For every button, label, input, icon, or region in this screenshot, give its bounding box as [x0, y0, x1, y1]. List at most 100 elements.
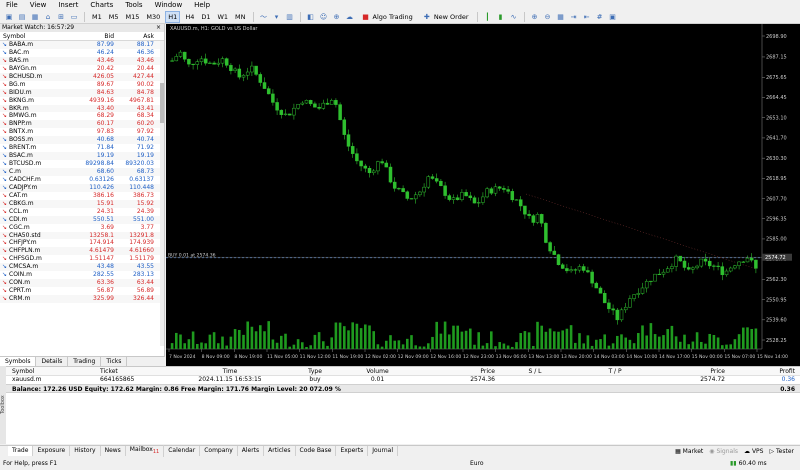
tab-details[interactable]: Details	[36, 357, 69, 366]
grid-icon[interactable]: #	[595, 12, 605, 22]
market-watch-row[interactable]: ↘ BCHUSD.m 426.05 427.44	[0, 72, 164, 81]
tab-ticks[interactable]: Ticks	[101, 357, 128, 366]
market-watch-row[interactable]: ↘ BAS.m 43.46 43.46	[0, 56, 164, 65]
tab-experts[interactable]: Experts	[336, 446, 369, 456]
signals-button[interactable]: ◉ Signals	[709, 448, 738, 455]
indicators-icon[interactable]: 〜	[259, 12, 269, 22]
market-watch-row[interactable]: ↘ C.m 68.60 68.73	[0, 168, 164, 176]
market-watch-row[interactable]: ↘ BKNG.m 4939.16 4967.81	[0, 97, 164, 105]
market-watch-row[interactable]: ↘ BSAC.m 19.19 19.19	[0, 152, 164, 161]
signals-icon[interactable]: ⊕	[332, 12, 342, 22]
menu-file[interactable]: File	[0, 0, 24, 10]
market-watch-row[interactable]: ↘ BMWG.m 68.29 68.34	[0, 112, 164, 120]
tester-button[interactable]: ▷ Tester	[769, 448, 794, 455]
market-watch-row[interactable]: ↘ COIN.m 282.55 283.13	[0, 271, 164, 279]
market-button[interactable]: ▦ Market	[675, 448, 703, 455]
col-ask[interactable]: Ask	[114, 32, 154, 40]
tab-mailbox[interactable]: Mailbox11	[126, 444, 165, 458]
market-watch-row[interactable]: ↘ BNTX.m 97.83 97.92	[0, 128, 164, 136]
col-volume[interactable]: Volume	[350, 367, 405, 375]
col-symbol[interactable]: Symbol	[0, 367, 100, 375]
tab-company[interactable]: Company	[200, 446, 238, 456]
market-watch-row[interactable]: ↘ BAYGn.m 20.42 20.44	[0, 65, 164, 73]
screenshot-icon[interactable]: ▣	[608, 12, 618, 22]
tf-d1[interactable]: D1	[199, 12, 212, 22]
tab-calendar[interactable]: Calendar	[164, 446, 201, 456]
toolbox-label[interactable]: Toolbox	[0, 366, 6, 444]
line-chart-icon[interactable]: ∿	[509, 12, 519, 22]
market-watch-row[interactable]: ↘ CHFSGD.m 1.51147 1.51179	[0, 255, 164, 263]
zoom-in-icon[interactable]: ⊕	[530, 12, 540, 22]
col-bid[interactable]: Bid	[80, 32, 114, 40]
market-watch-row[interactable]: ↘ BABA.m 87.99 88.17	[0, 41, 164, 49]
tab-journal[interactable]: Journal	[368, 446, 398, 456]
market-watch-row[interactable]: ↘ CON.m 63.36 63.44	[0, 279, 164, 288]
tf-mn[interactable]: MN	[233, 12, 247, 22]
tf-m5[interactable]: M5	[107, 12, 121, 22]
market-watch-row[interactable]: ↘ BG.m 89.67 90.02	[0, 81, 164, 89]
navigator-icon[interactable]: ⌂	[43, 12, 53, 22]
market-watch-row[interactable]: ↘ BRENT.m 71.84 71.92	[0, 144, 164, 152]
col-ticket[interactable]: Ticket	[100, 367, 180, 375]
tf-m15[interactable]: M15	[124, 12, 142, 22]
market-watch-row[interactable]: ↘ CPRT.m 56.87 56.89	[0, 287, 164, 295]
menu-tools[interactable]: Tools	[119, 0, 148, 10]
market-watch-row[interactable]: ↘ CMCSA.m 43.48 43.55	[0, 263, 164, 272]
market-watch-row[interactable]: ↘ CHFPLN.m 4.61479 4.61660	[0, 247, 164, 256]
market-watch-row[interactable]: ↘ CRM.m 325.99 326.44	[0, 295, 164, 303]
tab-trading[interactable]: Trading	[68, 357, 102, 366]
market-watch-row[interactable]: ↘ BIDU.m 84.63 84.78	[0, 88, 164, 97]
new-chart-icon[interactable]: ▣	[4, 12, 14, 22]
market-watch-scrollbar[interactable]	[160, 41, 164, 346]
autoscroll-icon[interactable]: ⇥	[569, 12, 579, 22]
market-watch-row[interactable]: ↘ CBKG.m 15.91 15.92	[0, 199, 164, 208]
tab-articles[interactable]: Articles	[264, 446, 296, 456]
market-watch-row[interactable]: ↘ CGC.m 3.69 3.77	[0, 224, 164, 232]
chart-shift-icon[interactable]: ⇤	[582, 12, 592, 22]
market-watch-row[interactable]: ↘ CHFJPY.m 174.914 174.939	[0, 239, 164, 247]
col-cur-price[interactable]: Price	[655, 367, 725, 375]
market-watch-row[interactable]: ↘ CDI.m 550.51 551.00	[0, 215, 164, 224]
col-time[interactable]: Time	[180, 367, 280, 375]
menu-window[interactable]: Window	[149, 0, 189, 10]
data-window-icon[interactable]: ⊞	[56, 12, 66, 22]
tile-windows-icon[interactable]: ▦	[556, 12, 566, 22]
community-icon[interactable]: ☺	[319, 12, 329, 22]
col-price[interactable]: Price	[405, 367, 495, 375]
tf-w1[interactable]: W1	[215, 12, 230, 22]
tf-h4[interactable]: H4	[183, 12, 196, 22]
new-order-button[interactable]: ✚ New Order	[419, 12, 472, 22]
menu-view[interactable]: View	[24, 0, 53, 10]
menu-insert[interactable]: Insert	[52, 0, 84, 10]
market-watch-row[interactable]: ↘ CAT.m 386.16 386.73	[0, 192, 164, 200]
chart-type-icon[interactable]: ▾	[272, 12, 282, 22]
market-watch-row[interactable]: ↘ CADJPY.m 110.426 110.448	[0, 183, 164, 192]
tf-m1[interactable]: M1	[90, 12, 104, 22]
price-chart[interactable]: 2698.90 2687.15 2675.65 2664.45 2653.10 2641.…	[166, 24, 800, 366]
menu-help[interactable]: Help	[188, 0, 216, 10]
col-symbol[interactable]: Symbol	[0, 32, 80, 40]
tab-trade[interactable]: Trade	[8, 446, 34, 456]
tab-news[interactable]: News	[101, 446, 126, 456]
algo-trading-button[interactable]: ■ Algo Trading	[358, 12, 416, 22]
market-watch-row[interactable]: ↘ BTCUSD.m 89298.84 89320.03	[0, 160, 164, 168]
profiles-icon[interactable]: ▤	[17, 12, 27, 22]
candles-icon[interactable]: ▮	[496, 12, 506, 22]
market-watch-row[interactable]: ↘ CCL.m 24.31 24.39	[0, 208, 164, 216]
tab-symbols[interactable]: Symbols	[0, 357, 37, 366]
trade-sl[interactable]	[495, 376, 575, 384]
bar-chart-icon[interactable]: ┃	[483, 12, 493, 22]
close-icon[interactable]: ×	[156, 24, 164, 32]
tf-m30[interactable]: M30	[144, 12, 162, 22]
scrollbar-thumb[interactable]	[160, 83, 164, 123]
market-watch-row[interactable]: ↘ BAC.m 46.24 46.36	[0, 49, 164, 57]
vps-icon[interactable]: ☁	[345, 12, 355, 22]
vps-button[interactable]: ☁ VPS	[744, 448, 763, 455]
col-sl[interactable]: S / L	[495, 367, 575, 375]
ide-icon[interactable]: ◧	[306, 12, 316, 22]
col-tp[interactable]: T / P	[575, 367, 655, 375]
menu-charts[interactable]: Charts	[84, 0, 119, 10]
trade-row[interactable]: xauusd.m 664165865 2024.11.15 16:53:15 b…	[0, 376, 800, 384]
market-watch-row[interactable]: ↘ BKR.m 43.40 43.41	[0, 104, 164, 113]
terminal-icon[interactable]: ▭	[69, 12, 79, 22]
